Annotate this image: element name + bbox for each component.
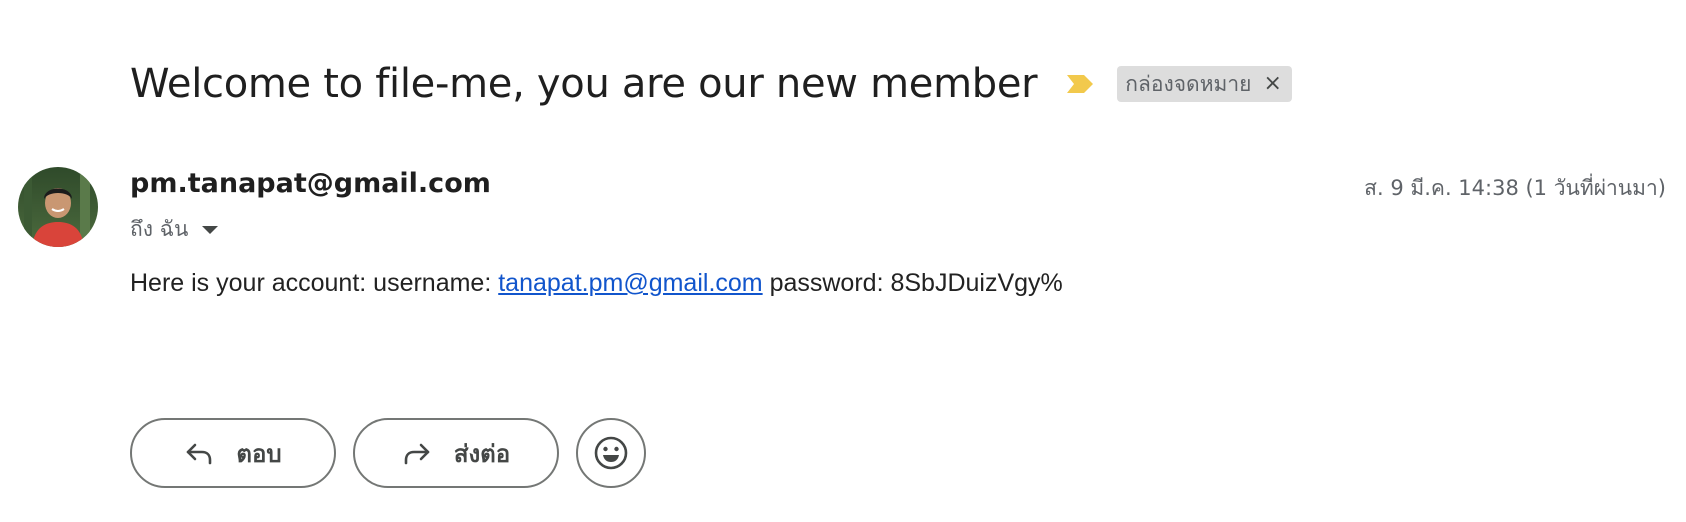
forward-button[interactable]: ส่งต่อ xyxy=(353,418,559,488)
email-date: ส. 9 มี.ค. 14:38 (1 วันที่ผ่านมา) xyxy=(1364,176,1666,200)
email-body: Here is your account: username: tanapat.… xyxy=(130,269,1063,298)
forward-label: ส่งต่อ xyxy=(453,439,511,468)
action-bar: ตอบ ส่งต่อ xyxy=(130,418,646,488)
body-prefix: Here is your account: username: xyxy=(130,269,499,297)
label-text: กล่องจดหมาย xyxy=(1125,71,1252,96)
emoji-reaction-button[interactable] xyxy=(576,418,646,488)
reply-button[interactable]: ตอบ xyxy=(130,418,336,488)
email-subject: Welcome to file-me, you are our new memb… xyxy=(130,61,1038,107)
recipient-details-toggle[interactable]: ถึง ฉัน xyxy=(130,213,219,246)
subject-row: Welcome to file-me, you are our new memb… xyxy=(130,54,1292,114)
reply-icon xyxy=(184,438,214,468)
reply-label: ตอบ xyxy=(236,439,282,468)
remove-label-icon[interactable]: × xyxy=(1263,73,1281,95)
recipient-label: ถึง ฉัน xyxy=(130,217,189,241)
emoji-reaction-icon xyxy=(594,436,628,470)
inbox-label-chip[interactable]: กล่องจดหมาย × xyxy=(1117,66,1292,102)
sender-email[interactable]: pm.tanapat@gmail.com xyxy=(130,168,491,199)
body-suffix: password: 8SbJDuizVgy% xyxy=(762,269,1063,297)
username-link[interactable]: tanapat.pm@gmail.com xyxy=(498,269,762,297)
forward-icon xyxy=(402,438,432,468)
avatar[interactable] xyxy=(18,167,98,247)
chevron-down-icon[interactable] xyxy=(202,225,219,234)
important-marker-icon[interactable] xyxy=(1065,73,1095,95)
